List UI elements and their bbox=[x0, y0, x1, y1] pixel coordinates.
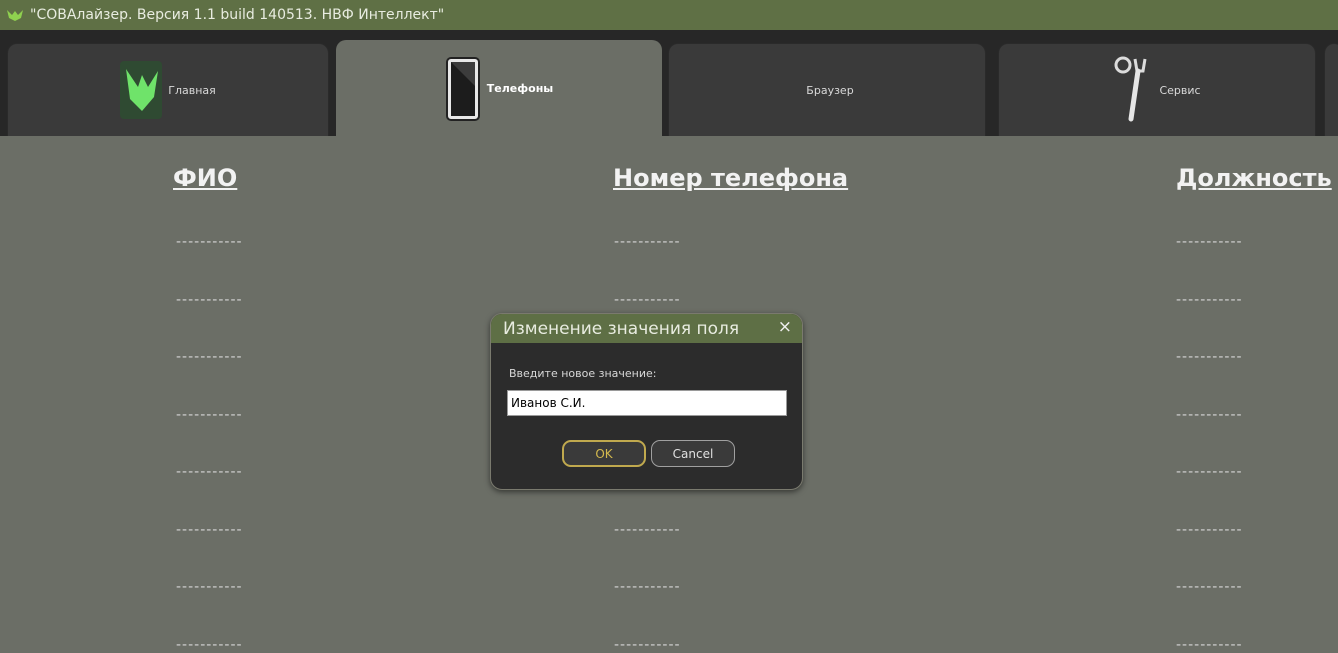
dialog-titlebar: Изменение значения поля × bbox=[491, 314, 802, 343]
table-cell[interactable]: ----------- bbox=[1176, 292, 1243, 308]
edit-field-dialog: Изменение значения поля × Введите новое … bbox=[490, 313, 803, 490]
tab-browser[interactable]: Браузер bbox=[668, 43, 986, 136]
dialog-title: Изменение значения поля bbox=[503, 318, 740, 339]
tools-icon bbox=[1114, 56, 1147, 122]
tab-label: Сервис bbox=[1159, 83, 1201, 97]
phone-icon bbox=[445, 56, 480, 121]
table-cell[interactable]: ----------- bbox=[614, 579, 681, 595]
owl-logo-icon bbox=[7, 10, 23, 21]
table-cell[interactable]: ----------- bbox=[1176, 234, 1243, 250]
window-title: "СОВАлайзер. Версия 1.1 build 140513. НВ… bbox=[30, 7, 445, 23]
table-cell[interactable]: ----------- bbox=[1176, 579, 1243, 595]
tab-phones[interactable]: Телефоны bbox=[336, 40, 662, 136]
window-titlebar: "СОВАлайзер. Версия 1.1 build 140513. НВ… bbox=[0, 0, 1338, 30]
table-cell[interactable]: ----------- bbox=[614, 292, 681, 308]
tab-strip: Главная Телефоны Браузер Сервис bbox=[0, 30, 1338, 136]
table-cell[interactable]: ----------- bbox=[176, 522, 243, 538]
table-cell[interactable]: ----------- bbox=[1176, 407, 1243, 423]
tab-service[interactable]: Сервис bbox=[998, 43, 1316, 136]
table-cell[interactable]: ----------- bbox=[176, 292, 243, 308]
table-cell[interactable]: ----------- bbox=[614, 522, 681, 538]
tab-label: Браузер bbox=[806, 83, 854, 97]
table-cell[interactable]: ----------- bbox=[176, 579, 243, 595]
table-cell[interactable]: ----------- bbox=[1176, 349, 1243, 365]
table-cell[interactable]: ----------- bbox=[1176, 522, 1243, 538]
table-cell[interactable]: ----------- bbox=[176, 407, 243, 423]
table-cell[interactable]: ----------- bbox=[176, 464, 243, 480]
tab-label: Главная bbox=[168, 83, 216, 97]
new-value-input[interactable] bbox=[507, 390, 787, 416]
tab-main[interactable]: Главная bbox=[7, 43, 329, 136]
ok-button[interactable]: OK bbox=[562, 440, 646, 467]
table-cell[interactable]: ----------- bbox=[176, 349, 243, 365]
column-header-fio[interactable]: ФИО bbox=[173, 164, 237, 192]
tab-label: Телефоны bbox=[486, 82, 554, 95]
column-header-phone[interactable]: Номер телефона bbox=[613, 164, 848, 192]
table-cell[interactable]: ----------- bbox=[1176, 464, 1243, 480]
bird-icon bbox=[120, 61, 163, 119]
table-cell[interactable]: ----------- bbox=[176, 234, 243, 250]
close-icon[interactable]: × bbox=[778, 317, 792, 337]
dialog-prompt: Введите новое значение: bbox=[509, 367, 657, 380]
column-header-position[interactable]: Должность bbox=[1176, 164, 1332, 192]
cancel-button[interactable]: Cancel bbox=[651, 440, 735, 467]
tab-overflow[interactable] bbox=[1324, 43, 1338, 136]
table-cell[interactable]: ----------- bbox=[614, 234, 681, 250]
